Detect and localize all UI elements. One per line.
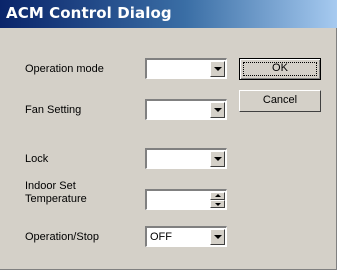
acm-control-dialog: ACM Control Dialog Operation mode Fan Se… (0, 0, 337, 270)
operation-stop-label: Operation/Stop (25, 231, 99, 243)
lock-label: Lock (25, 153, 49, 165)
operation-mode-label: Operation mode (25, 63, 104, 75)
operation-stop-value: OFF (150, 231, 172, 243)
operation-mode-dropdown[interactable] (145, 58, 227, 79)
chevron-down-icon[interactable] (210, 102, 225, 118)
indoor-set-temperature-label-line1: Indoor Set (25, 180, 76, 192)
focus-rectangle (243, 62, 317, 76)
operation-stop-dropdown[interactable]: OFF (145, 226, 227, 247)
indoor-set-temperature-spinner[interactable] (145, 189, 227, 210)
indoor-set-temperature-label-line2: Temperature (25, 193, 87, 205)
fan-setting-dropdown[interactable] (145, 99, 227, 120)
chevron-down-icon[interactable] (210, 229, 225, 245)
spin-up-icon[interactable] (210, 192, 225, 200)
lock-dropdown[interactable] (145, 148, 227, 169)
spin-down-icon[interactable] (210, 200, 225, 208)
cancel-button[interactable]: Cancel (239, 90, 321, 112)
window-title: ACM Control Dialog (6, 4, 172, 22)
title-bar: ACM Control Dialog (0, 0, 337, 28)
chevron-down-icon[interactable] (210, 151, 225, 167)
ok-button[interactable]: OK (239, 58, 321, 80)
chevron-down-icon[interactable] (210, 61, 225, 77)
fan-setting-label: Fan Setting (25, 104, 82, 116)
cancel-button-label: Cancel (262, 94, 298, 106)
